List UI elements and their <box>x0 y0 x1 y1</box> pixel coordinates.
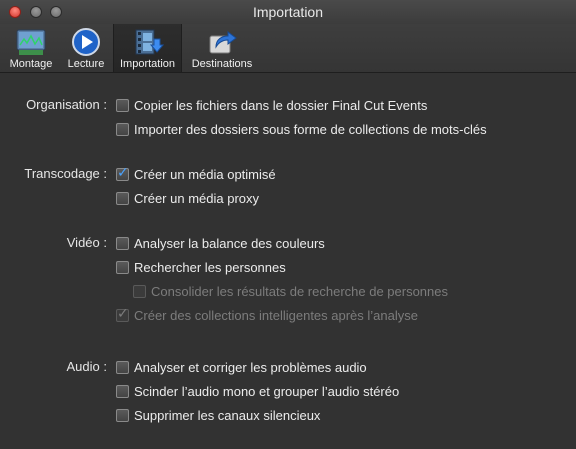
tab-lecture-label: Lecture <box>67 58 105 70</box>
tab-montage-label: Montage <box>9 58 53 70</box>
split-mono-audio-option[interactable]: Scinder l’audio mono et grouper l’audio … <box>116 383 399 399</box>
consolidate-people-results-checkbox <box>133 284 146 298</box>
copy-files-option[interactable]: Copier les fichiers dans le dossier Fina… <box>116 97 427 113</box>
transcodage-group-label: Transcodage : <box>24 166 107 181</box>
analyze-color-balance-checkbox[interactable] <box>116 236 129 250</box>
remove-silent-channels-option[interactable]: Supprimer les canaux silencieux <box>116 407 320 423</box>
tab-destinations[interactable]: Destinations <box>184 24 260 72</box>
split-mono-audio-checkbox[interactable] <box>116 384 129 398</box>
audio-group-label: Audio : <box>66 359 107 374</box>
find-people-option[interactable]: Rechercher les personnes <box>116 259 286 275</box>
create-proxy-media-label: Créer un média proxy <box>134 190 259 206</box>
consolidate-people-results-label: Consolider les résultats de recherche de… <box>151 283 449 299</box>
share-icon <box>209 31 237 54</box>
import-folders-as-keywords-label: Importer des dossiers sous forme de coll… <box>134 121 487 137</box>
import-folders-as-keywords-option[interactable]: Importer des dossiers sous forme de coll… <box>116 121 487 137</box>
preferences-toolbar: Montage Lecture Importation Destinations <box>0 24 576 73</box>
analyze-fix-audio-label: Analyser et corriger les problèmes audio <box>134 359 367 375</box>
tab-destinations-label: Destinations <box>191 58 253 70</box>
analyze-fix-audio-option[interactable]: Analyser et corriger les problèmes audio <box>116 359 367 375</box>
import-preferences-panel: Organisation : Copier les fichiers dans … <box>0 74 576 449</box>
create-smart-collections-checkbox <box>116 306 129 322</box>
play-icon <box>72 28 100 56</box>
find-people-label: Rechercher les personnes <box>134 259 286 275</box>
montage-icon <box>16 29 46 55</box>
import-icon <box>135 29 164 55</box>
tab-montage[interactable]: Montage <box>2 24 60 72</box>
create-optimized-media-checkbox[interactable] <box>116 165 129 181</box>
analyze-fix-audio-checkbox[interactable] <box>116 360 129 374</box>
import-folders-as-keywords-checkbox[interactable] <box>116 122 129 136</box>
window-title: Importation <box>252 4 324 20</box>
organisation-group-label: Organisation : <box>26 97 107 112</box>
create-optimized-media-label: Créer un média optimisé <box>134 166 276 182</box>
consolidate-people-results-option: Consolider les résultats de recherche de… <box>133 283 448 299</box>
create-proxy-media-option[interactable]: Créer un média proxy <box>116 190 259 206</box>
remove-silent-channels-label: Supprimer les canaux silencieux <box>134 407 321 423</box>
video-group-label: Vidéo : <box>66 235 107 250</box>
analyze-color-balance-option[interactable]: Analyser la balance des couleurs <box>116 235 325 251</box>
tab-importation-label: Importation <box>119 58 176 70</box>
tab-lecture[interactable]: Lecture <box>62 24 110 72</box>
remove-silent-channels-checkbox[interactable] <box>116 408 129 422</box>
analyze-color-balance-label: Analyser la balance des couleurs <box>134 235 325 251</box>
copy-files-checkbox[interactable] <box>116 98 129 112</box>
create-smart-collections-option: Créer des collections intelligentes aprè… <box>116 306 418 323</box>
create-optimized-media-option[interactable]: Créer un média optimisé <box>116 165 276 182</box>
split-mono-audio-label: Scinder l’audio mono et grouper l’audio … <box>134 383 400 399</box>
title-bar: Importation <box>0 0 576 24</box>
create-smart-collections-label: Créer des collections intelligentes aprè… <box>134 307 418 323</box>
copy-files-label: Copier les fichiers dans le dossier Fina… <box>134 97 428 113</box>
create-proxy-media-checkbox[interactable] <box>116 191 129 205</box>
tab-importation[interactable]: Importation <box>113 24 182 72</box>
find-people-checkbox[interactable] <box>116 260 129 274</box>
